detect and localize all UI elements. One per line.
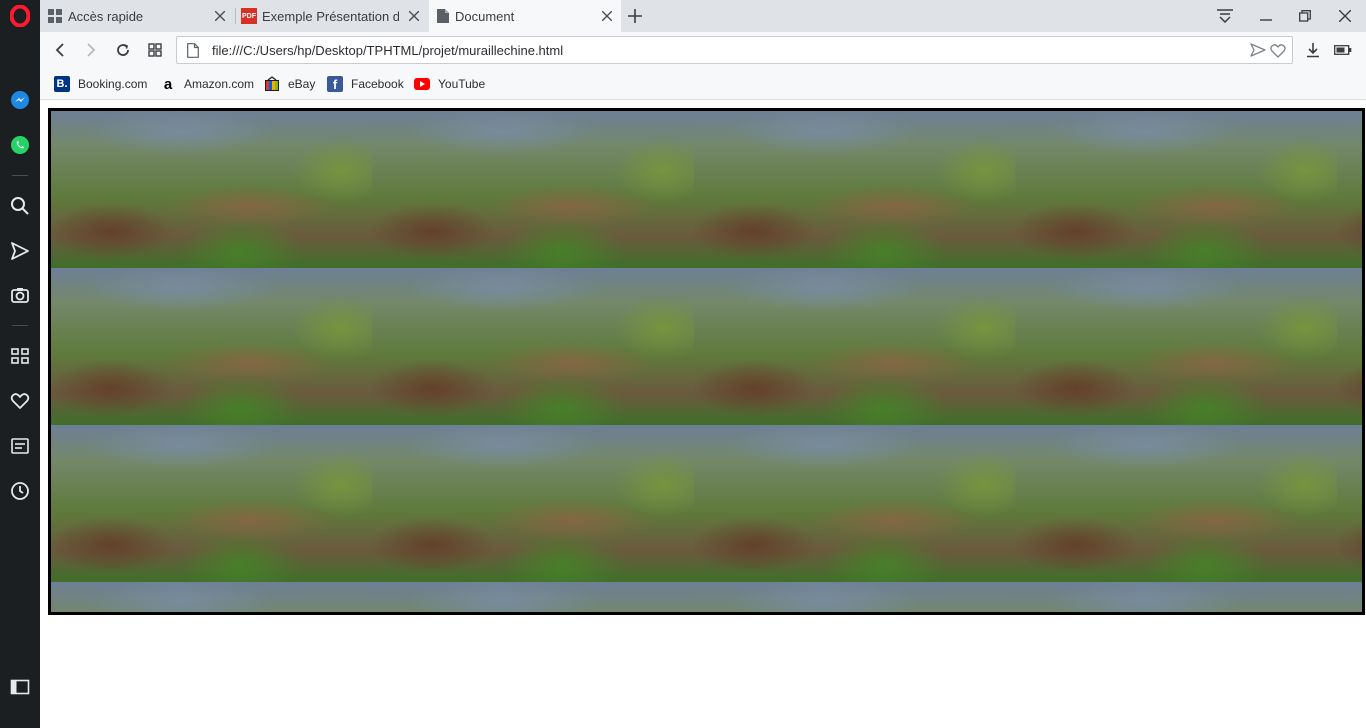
- close-icon[interactable]: [212, 8, 228, 24]
- tab-title: Exemple Présentation du p: [262, 8, 399, 24]
- navigation-bar: file:///C:/Users/hp/Desktop/TPHTML/proje…: [40, 32, 1366, 68]
- sidebar-toggle-icon[interactable]: [8, 675, 32, 699]
- grid-icon: [48, 9, 62, 23]
- sidebar: [0, 0, 40, 728]
- url-text: file:///C:/Users/hp/Desktop/TPHTML/proje…: [212, 43, 564, 58]
- send-icon[interactable]: [8, 239, 32, 263]
- facebook-icon: f: [327, 76, 343, 92]
- new-tab-button[interactable]: [622, 4, 648, 28]
- bookmark-label: Booking.com: [78, 77, 148, 91]
- ebay-icon: [264, 76, 280, 92]
- close-icon[interactable]: [406, 8, 422, 24]
- tab-acces-rapide[interactable]: Accès rapide: [40, 0, 234, 32]
- minimize-button[interactable]: [1253, 4, 1279, 28]
- tab-menu-icon[interactable]: [1212, 4, 1238, 28]
- forward-icon[interactable]: [79, 38, 103, 62]
- messenger-icon[interactable]: [8, 88, 32, 112]
- whatsapp-icon[interactable]: [8, 133, 32, 157]
- booking-icon: B.: [54, 76, 70, 92]
- tab-title: Document: [455, 8, 515, 24]
- tab-document[interactable]: Document: [429, 0, 621, 32]
- bookmarks-bar: B. Booking.com a Amazon.com eBay f Faceb…: [40, 68, 1366, 100]
- tab-strip: Accès rapide PDF Exemple Présentation du…: [40, 0, 1366, 32]
- restore-button[interactable]: [1292, 4, 1318, 28]
- great-wall-tiled-background: [48, 108, 1365, 615]
- bookmark-ebay[interactable]: eBay: [264, 75, 315, 93]
- search-icon[interactable]: [8, 194, 32, 218]
- pdf-icon: PDF: [241, 8, 257, 24]
- bookmark-label: eBay: [288, 77, 316, 91]
- address-bar[interactable]: file:///C:/Users/hp/Desktop/TPHTML/proje…: [176, 36, 1293, 64]
- bookmark-amazon[interactable]: a Amazon.com: [160, 75, 254, 93]
- amazon-icon: a: [163, 75, 173, 93]
- bookmark-heart-icon[interactable]: [1270, 43, 1286, 63]
- bookmark-facebook[interactable]: f Facebook: [327, 75, 404, 93]
- tab-title: Accès rapide: [68, 8, 144, 24]
- bookmark-label: Amazon.com: [184, 77, 255, 91]
- bookmark-label: Facebook: [351, 77, 404, 91]
- close-window-button[interactable]: [1332, 4, 1358, 28]
- speed-dial-icon[interactable]: [8, 344, 32, 368]
- speed-dial-icon[interactable]: [143, 38, 167, 62]
- bookmark-youtube[interactable]: YouTube: [414, 75, 485, 93]
- opera-logo-icon[interactable]: [8, 4, 32, 28]
- history-icon[interactable]: [8, 479, 32, 503]
- download-icon[interactable]: [1301, 38, 1325, 62]
- document-icon: [437, 9, 449, 23]
- bookmark-label: YouTube: [438, 77, 486, 91]
- reload-icon[interactable]: [111, 38, 135, 62]
- send-icon[interactable]: [1250, 43, 1266, 62]
- close-icon[interactable]: [599, 8, 615, 24]
- page-icon: [187, 43, 199, 63]
- camera-icon[interactable]: [8, 283, 32, 307]
- heart-icon[interactable]: [8, 389, 32, 413]
- battery-icon[interactable]: [1331, 38, 1355, 62]
- youtube-icon: [414, 76, 430, 92]
- bookmark-booking[interactable]: B. Booking.com: [54, 75, 147, 93]
- tab-exemple-presentation[interactable]: PDF Exemple Présentation du p: [236, 0, 428, 32]
- news-icon[interactable]: [8, 434, 32, 458]
- back-icon[interactable]: [48, 38, 72, 62]
